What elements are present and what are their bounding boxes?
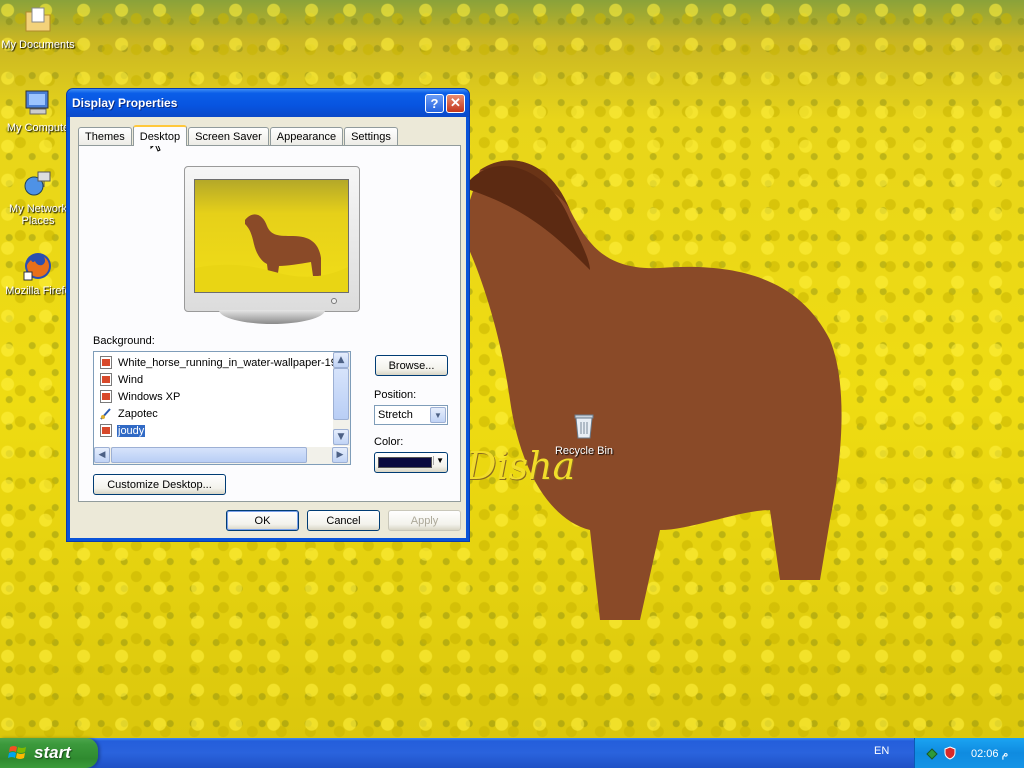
desktop-tab-panel: Background: White_horse_running_in_water… — [78, 145, 461, 502]
ok-button[interactable]: OK — [226, 510, 299, 531]
horse-image — [460, 160, 842, 620]
background-items: White_horse_running_in_water-wallpaper-1… — [94, 352, 334, 446]
desktop-icon-my-documents[interactable]: My Documents — [0, 4, 76, 51]
help-button[interactable]: ? — [425, 93, 444, 113]
desktop-icon-label: Recycle Bin — [554, 445, 614, 457]
scroll-down-button[interactable]: ▼ — [333, 429, 349, 445]
chevron-down-icon: ▼ — [433, 456, 444, 465]
chevron-down-icon[interactable]: ▼ — [430, 407, 446, 423]
image-file-icon — [100, 424, 112, 437]
background-listbox[interactable]: White_horse_running_in_water-wallpaper-1… — [93, 351, 351, 465]
tab-screen-saver[interactable]: Screen Saver — [188, 127, 269, 146]
desktop-icon-firefox[interactable]: Mozilla Firefo — [0, 250, 76, 297]
vertical-scrollbar[interactable]: ▲ ▼ — [333, 352, 350, 446]
list-item[interactable]: Zapotec — [94, 405, 334, 422]
list-item-label: Zapotec — [118, 407, 158, 420]
monitor-stand — [219, 310, 325, 324]
list-item-label: Windows XP — [118, 390, 181, 403]
background-label: Background: — [93, 335, 155, 347]
desktop-icon-label: My Network Places — [8, 203, 68, 227]
scroll-left-button[interactable]: ◀ — [94, 447, 110, 463]
language-indicator[interactable]: EN — [874, 745, 889, 757]
title-bar[interactable]: Display Properties ? ✕ — [67, 89, 469, 117]
color-swatch — [378, 457, 432, 468]
horizontal-scroll-thumb[interactable] — [111, 447, 307, 463]
start-label: start — [34, 743, 71, 762]
dialog-client-area: Themes Desktop Screen Saver Appearance S… — [70, 117, 466, 538]
desktop-icon-network-places[interactable]: My Network Places — [0, 168, 76, 227]
position-value: Stretch — [378, 409, 413, 421]
monitor-frame — [184, 166, 360, 312]
folder-icon — [25, 7, 51, 32]
apply-button[interactable]: Apply — [388, 510, 461, 531]
window-title: Display Properties — [72, 96, 178, 110]
list-item-label: White_horse_running_in_water-wallpaper-1… — [118, 356, 334, 369]
firefox-icon — [23, 253, 51, 281]
color-picker-button[interactable]: ▼ — [374, 452, 448, 473]
scroll-right-button[interactable]: ▶ — [332, 447, 348, 463]
list-item[interactable]: Windows XP — [94, 388, 334, 405]
list-item-label: joudy — [115, 423, 147, 438]
monitor-screen-preview — [194, 179, 349, 293]
position-label: Position: — [374, 389, 417, 401]
horse-preview-image — [195, 214, 348, 292]
customize-desktop-button[interactable]: Customize Desktop... — [93, 474, 226, 495]
list-item[interactable]: Wind — [94, 371, 334, 388]
display-properties-window: Display Properties ? ✕ Themes Desktop Sc… — [66, 88, 470, 542]
color-label: Color: — [374, 436, 404, 448]
desktop-icon-recycle-bin[interactable]: Recycle Bin — [546, 410, 622, 457]
security-shield-icon[interactable] — [943, 746, 957, 760]
browse-button[interactable]: Browse... — [375, 355, 448, 376]
paint-file-icon — [100, 408, 111, 420]
tab-strip: Themes Desktop Screen Saver Appearance S… — [78, 125, 399, 146]
list-item-selected[interactable]: joudy — [94, 422, 334, 439]
list-item[interactable]: White_horse_running_in_water-wallpaper-1… — [94, 354, 334, 371]
tab-desktop[interactable]: Desktop — [132, 125, 188, 146]
clock[interactable]: 02:06 م — [971, 747, 1008, 760]
safely-remove-hardware-icon[interactable] — [925, 746, 939, 760]
horizontal-scrollbar[interactable]: ◀ ▶ — [94, 447, 350, 464]
list-item-label: Wind — [118, 373, 144, 386]
desktop-icon-label: Mozilla Firefo — [5, 285, 71, 297]
image-file-icon — [100, 390, 112, 403]
desktop-icon-my-computer[interactable]: My Compute — [0, 87, 76, 134]
start-button[interactable]: start — [0, 738, 98, 768]
tab-settings[interactable]: Settings — [344, 127, 398, 146]
tab-appearance[interactable]: Appearance — [269, 127, 344, 146]
tab-themes[interactable]: Themes — [78, 127, 132, 146]
monitor-power-led — [331, 298, 337, 304]
vertical-scroll-thumb[interactable] — [333, 368, 349, 420]
recycle-bin-icon — [574, 414, 594, 439]
image-file-icon — [100, 373, 112, 386]
cancel-button[interactable]: Cancel — [307, 510, 380, 531]
close-button[interactable]: ✕ — [446, 93, 465, 113]
desktop-icon-label: My Compute — [6, 122, 70, 134]
desktop-icon-label: My Documents — [1, 39, 75, 51]
computer-icon — [25, 90, 49, 115]
system-tray: 02:06 م — [914, 738, 1024, 768]
monitor-preview — [184, 166, 360, 324]
network-icon — [24, 171, 51, 196]
scroll-up-button[interactable]: ▲ — [333, 352, 349, 368]
position-select[interactable]: Stretch ▼ — [374, 405, 448, 425]
taskbar: start EN 02:06 م — [0, 738, 1024, 768]
windows-logo-icon — [8, 746, 26, 759]
image-file-icon — [100, 356, 112, 369]
